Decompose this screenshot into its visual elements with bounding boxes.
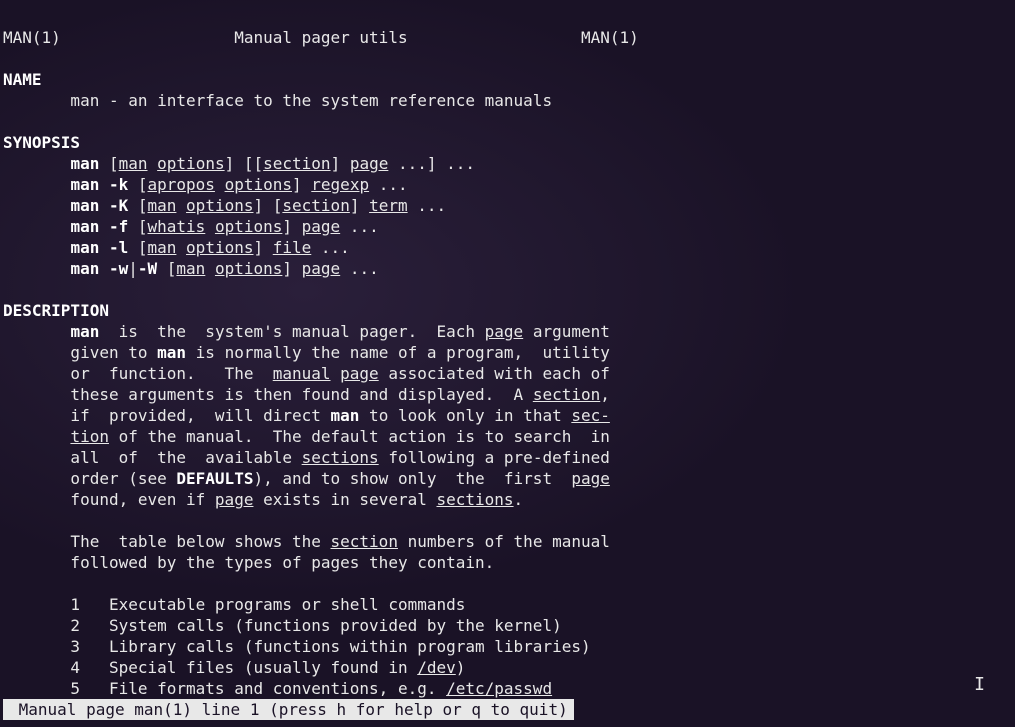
desc-text: argument [523, 322, 610, 341]
syn-tail: ... [340, 259, 379, 278]
syn-tail: ... [311, 238, 350, 257]
list-item: 2 System calls (functions provided by th… [3, 616, 562, 635]
syn-arg-options: options [215, 259, 282, 278]
desc-text: is normally the name of a program, utili… [186, 343, 610, 362]
desc-page: page [340, 364, 379, 383]
syn-arg-options: options [215, 217, 282, 236]
desc-man: man [157, 343, 186, 362]
desc-text: following a pre-defined [379, 448, 610, 467]
syn-arg-section: section [282, 196, 349, 215]
desc-text: found, even if [3, 490, 215, 509]
syn-cmd: man -K [70, 196, 128, 215]
desc-sections: sections [436, 490, 513, 509]
syn-cmd: man [70, 154, 99, 173]
desc-text: order (see [3, 469, 176, 488]
desc-sections: sections [302, 448, 379, 467]
desc-text: associated with each of [379, 364, 610, 383]
path-etc-passwd: /etc/passwd [446, 679, 552, 698]
syn-cmd: man -f [70, 217, 128, 236]
desc-text: ), and to show only the first [253, 469, 571, 488]
desc-sec: sec- [571, 406, 610, 425]
desc-text: exists in several [253, 490, 436, 509]
desc-text: of the manual. The default action is to … [109, 427, 610, 446]
syn-arg-section: section [263, 154, 330, 173]
desc-text: . [514, 490, 524, 509]
syn-cmd: man -w [70, 259, 128, 278]
list-item: 5 File formats and conventions, e.g. [3, 679, 446, 698]
syn-arg-man: man [119, 154, 148, 173]
pager-status-bar: Manual page man(1) line 1 (press h for h… [3, 699, 574, 720]
syn-arg-page: page [302, 259, 341, 278]
desc-text: if provided, will direct [3, 406, 331, 425]
syn-pipe: | [128, 259, 138, 278]
syn-arg-options: options [186, 238, 253, 257]
syn-tail: ... [340, 217, 379, 236]
name-line: man - an interface to the system referen… [3, 91, 552, 110]
syn-arg-options: options [225, 175, 292, 194]
syn-arg-regexp: regexp [311, 175, 369, 194]
section-heading-description: DESCRIPTION [3, 301, 109, 320]
desc-text: followed by the types of pages they cont… [3, 553, 494, 572]
man-page-viewer[interactable]: MAN(1) Manual pager utils MAN(1) NAME ma… [0, 0, 1015, 726]
syn-arg-term: term [369, 196, 408, 215]
syn-arg-man: man [148, 196, 177, 215]
desc-text: numbers of the manual [398, 532, 610, 551]
list-item: 3 Library calls (functions within progra… [3, 637, 591, 656]
header-center: Manual pager utils [234, 28, 407, 47]
syn-arg-options: options [157, 154, 224, 173]
desc-text: or function. The [3, 364, 273, 383]
path-dev: /dev [417, 658, 456, 677]
text-cursor-icon: I [974, 674, 985, 695]
section-heading-synopsis: SYNOPSIS [3, 133, 80, 152]
syn-arg-page: page [350, 154, 389, 173]
section-heading-name: NAME [3, 70, 42, 89]
desc-tion: tion [70, 427, 109, 446]
syn-tail: ... [408, 196, 447, 215]
list-item: ) [456, 658, 466, 677]
syn-tail: ...] ... [388, 154, 475, 173]
header-left: MAN(1) [3, 28, 61, 47]
desc-page: page [485, 322, 524, 341]
list-item: 4 Special files (usually found in [3, 658, 417, 677]
desc-man: man [331, 406, 360, 425]
desc-section: section [533, 385, 600, 404]
list-item: 1 Executable programs or shell commands [3, 595, 465, 614]
desc-text: these arguments is then found and displa… [3, 385, 533, 404]
desc-text: The table below shows the [3, 532, 331, 551]
desc-text: all of the available [3, 448, 302, 467]
syn-cmd: man -k [70, 175, 128, 194]
desc-page: page [571, 469, 610, 488]
syn-arg-options: options [186, 196, 253, 215]
desc-defaults: DEFAULTS [176, 469, 253, 488]
desc-text: , [600, 385, 610, 404]
syn-cmd: man -l [70, 238, 128, 257]
syn-arg-whatis: whatis [148, 217, 206, 236]
syn-arg-man: man [176, 259, 205, 278]
syn-arg-man: man [148, 238, 177, 257]
syn-arg-page: page [302, 217, 341, 236]
desc-text: is the system's manual pager. Each [99, 322, 484, 341]
desc-page: page [215, 490, 254, 509]
syn-tail: ... [369, 175, 408, 194]
desc-text: given to [3, 343, 157, 362]
syn-arg-apropos: apropos [148, 175, 215, 194]
desc-text: to look only in that [359, 406, 571, 425]
header-right: MAN(1) [581, 28, 639, 47]
desc-manual: manual [273, 364, 331, 383]
syn-cmd: -W [138, 259, 157, 278]
desc-man: man [70, 322, 99, 341]
desc-section: section [331, 532, 398, 551]
syn-arg-file: file [273, 238, 312, 257]
